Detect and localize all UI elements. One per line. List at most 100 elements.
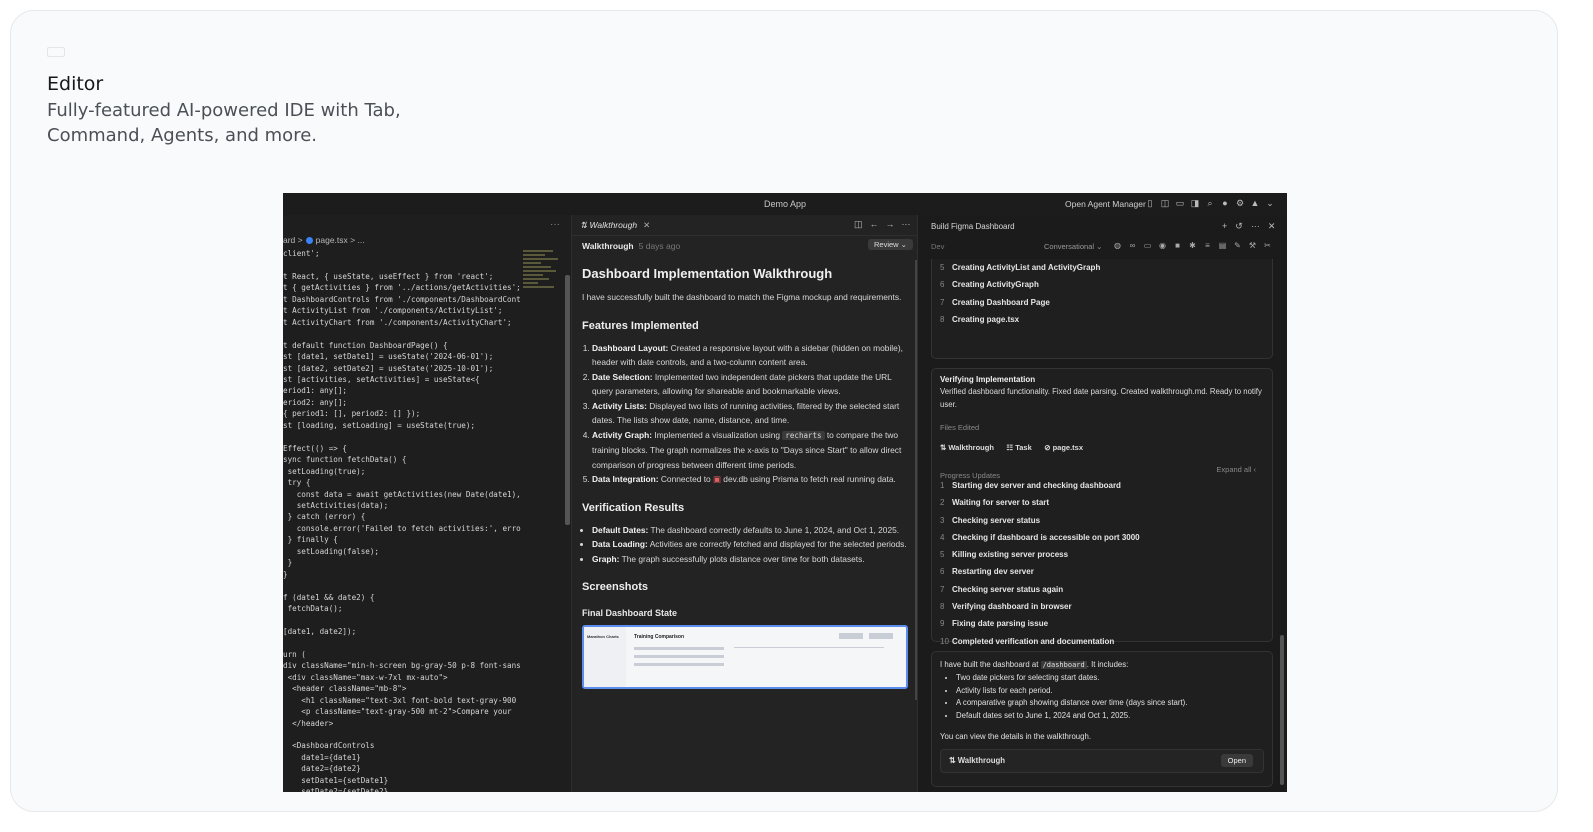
code-line[interactable]: client'; [283,248,523,259]
code-line[interactable] [283,259,523,270]
code-line[interactable] [283,328,523,339]
code-line[interactable]: date2={date2} [283,763,523,774]
progress-item[interactable]: 9 Fixing date parsing issue [940,615,1264,632]
tools-icon[interactable]: ✂ [1263,241,1272,250]
code-line[interactable]: setLoading(true); [283,466,523,477]
agent-icon[interactable]: ▲ [1250,198,1260,208]
code-line[interactable]: } catch (error) { [283,511,523,522]
link-icon[interactable]: ∞ [1128,241,1137,250]
open-agent-manager-link[interactable]: Open Agent Manager [1065,199,1146,209]
code-line[interactable]: <header className="mb-8"> [283,683,523,694]
code-line[interactable]: t { getActivities } from '../actions/get… [283,282,523,293]
code-line[interactable]: </header> [283,718,523,729]
wrench-icon[interactable]: ⚒ [1248,241,1257,250]
progress-item[interactable]: 6 Restarting dev server [940,563,1264,580]
progress-item[interactable]: 5 Killing existing server process [940,546,1264,563]
panel-right-icon[interactable]: ◨ [1190,198,1200,208]
code-line[interactable]: console.error('Failed to fetch activitie… [283,523,523,534]
image-icon[interactable]: ■ [1173,241,1182,250]
file-task[interactable]: ☷ Task [1006,443,1031,452]
code-line[interactable]: t ActivityList from './components/Activi… [283,305,523,316]
open-button[interactable]: Open [1220,754,1253,767]
account-icon[interactable]: ● [1220,198,1230,208]
mode-select[interactable]: Conversational ⌄ [1044,242,1102,251]
code-line[interactable]: setDate1={setDate1} [283,775,523,786]
code-line[interactable]: [date1, date2]); [283,626,523,637]
code-line[interactable]: } [283,557,523,568]
progress-item[interactable]: 8 Verifying dashboard in browser [940,598,1264,615]
code-line[interactable] [283,431,523,442]
more-icon[interactable]: ··· [902,219,911,230]
file-walkthrough[interactable]: ⇅ Walkthrough [940,443,994,452]
code-line[interactable]: st [loading, setLoading] = useState(true… [283,420,523,431]
code-lines[interactable]: client'; t React, { useState, useEffect … [283,248,523,792]
code-line[interactable]: try { [283,477,523,488]
code-line[interactable]: setLoading(false); [283,546,523,557]
agent-scrollbar[interactable] [1280,635,1284,785]
code-line[interactable]: Effect(() => { [283,443,523,454]
code-line[interactable]: } [283,569,523,580]
code-line[interactable]: setActivities(data); [283,500,523,511]
history-icon[interactable]: ↺ [1235,221,1243,232]
progress-item[interactable]: 4 Checking if dashboard is accessible on … [940,529,1264,546]
progress-item[interactable]: 2 Waiting for server to start [940,494,1264,511]
code-line[interactable]: <p className="text-gray-500 mt-2">Compar… [283,706,523,717]
code-line[interactable]: { period1: [], period2: [] }); [283,408,523,419]
panel-bottom-icon[interactable]: ▭ [1175,198,1185,208]
code-line[interactable] [283,637,523,648]
bug-icon[interactable]: ✱ [1188,241,1197,250]
code-line[interactable]: <DashboardControls [283,740,523,751]
tab-walkthrough[interactable]: ⇅ Walkthrough ✕ [580,220,650,231]
db-link[interactable]: dev.db [723,474,748,484]
more-icon[interactable]: ··· [550,219,560,230]
progress-item[interactable]: 3 Checking server status [940,512,1264,529]
dashboard-preview-image[interactable]: Marathon Charts Training Comparison [582,624,908,689]
breadcrumb-prefix[interactable]: ard [283,235,295,245]
chevron-down-icon[interactable]: ⌄ [1265,198,1275,208]
code-line[interactable]: eriod2: any[]; [283,397,523,408]
code-line[interactable]: div className="min-h-screen bg-gray-50 p… [283,660,523,671]
code-line[interactable]: const data = await getActivities(new Dat… [283,489,523,500]
eye-icon[interactable]: ◉ [1158,241,1167,250]
code-line[interactable]: st [date2, setDate2] = useState('2025-10… [283,363,523,374]
review-button[interactable]: Review ⌄ [868,239,913,250]
more-icon[interactable]: ··· [1251,221,1260,232]
minimap[interactable] [523,248,563,308]
plus-icon[interactable]: + [1222,221,1227,232]
progress-item[interactable]: 10 Completed verification and documentati… [940,633,1264,650]
close-icon[interactable]: ✕ [1268,221,1276,232]
terminal-icon[interactable]: ▤ [1218,241,1227,250]
code-line[interactable]: urn ( [283,649,523,660]
code-line[interactable]: f (date1 && date2) { [283,592,523,603]
expand-all-button[interactable]: Expand all ‹ [1216,465,1256,474]
code-line[interactable]: st [activities, setActivities] = useStat… [283,374,523,385]
file-page-tsx[interactable]: ⊘ page.tsx [1044,443,1083,452]
walkthrough-artifact[interactable]: ⇅ Walkthrough Open [940,749,1264,773]
breadcrumb-file[interactable]: page.tsx [316,235,348,245]
pen-icon[interactable]: ✎ [1233,241,1242,250]
code-editor[interactable]: ··· ard > page.tsx > ... client'; t React… [283,215,571,792]
close-icon[interactable]: ✕ [643,220,650,230]
progress-item[interactable]: 7 Checking server status again [940,581,1264,598]
split-view-icon[interactable]: ◫ [854,219,863,230]
gear-icon[interactable]: ⚙ [1235,198,1245,208]
code-line[interactable] [283,729,523,740]
code-line[interactable]: } finally { [283,534,523,545]
code-line[interactable]: <div className="max-w-7xl mx-auto"> [283,672,523,683]
split-icon[interactable]: ◫ [1160,198,1170,208]
code-line[interactable]: t React, { useState, useEffect } from 'r… [283,271,523,282]
monitor-icon[interactable]: ▭ [1143,241,1152,250]
code-scrollbar[interactable] [565,275,570,525]
code-line[interactable]: <h1 className="text-3xl font-bold text-g… [283,695,523,706]
code-line[interactable]: st [date1, setDate1] = useState('2024-06… [283,351,523,362]
code-line[interactable] [283,580,523,591]
layout-icon[interactable]: ▯ [1145,198,1155,208]
branch-label[interactable]: Dev [931,242,944,251]
search-icon[interactable]: ⌕ [1205,198,1215,208]
code-line[interactable]: t default function DashboardPage() { [283,340,523,351]
code-line[interactable]: sync function fetchData() { [283,454,523,465]
globe-icon[interactable]: ◍ [1113,241,1122,250]
code-line[interactable]: t ActivityChart from './components/Activ… [283,317,523,328]
code-line[interactable]: t DashboardControls from './components/D… [283,294,523,305]
code-line[interactable] [283,615,523,626]
